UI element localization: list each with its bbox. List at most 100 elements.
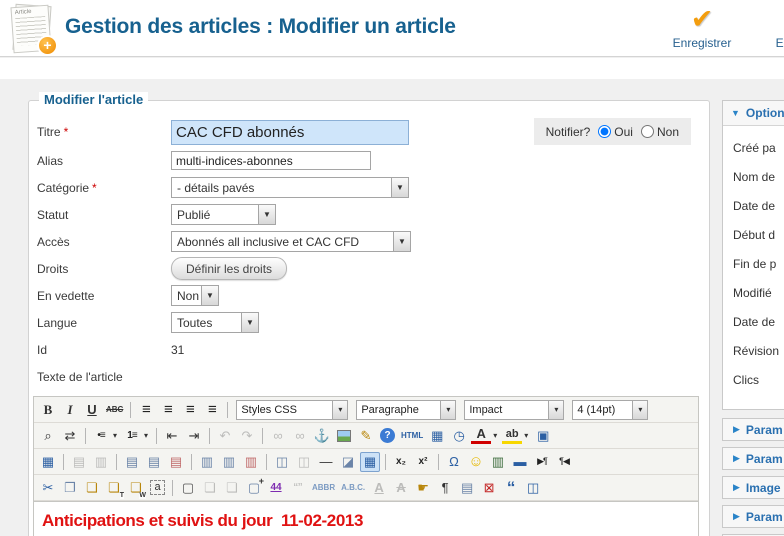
- bullet-list-icon[interactable]: •≡: [91, 426, 111, 446]
- remove-format-icon[interactable]: ◪: [338, 452, 358, 472]
- editor-content-area[interactable]: Anticipations et suivis du jour 11-02-20…: [34, 501, 698, 536]
- media-icon[interactable]: ▥: [488, 452, 508, 472]
- collapsed-panel-toggle[interactable]: ▶ Image: [722, 476, 784, 499]
- table-icon[interactable]: ▦: [38, 452, 58, 472]
- numbered-list-icon[interactable]: 1≡: [122, 426, 142, 446]
- redo-icon[interactable]: ↷: [237, 426, 257, 446]
- underline-icon[interactable]: U: [82, 400, 102, 420]
- save-button[interactable]: ✔ Enregistrer: [660, 4, 744, 50]
- table-row-props-icon[interactable]: ▤: [69, 452, 89, 472]
- blockquote-icon[interactable]: “: [501, 478, 521, 498]
- bold-icon[interactable]: B: [38, 400, 58, 420]
- align-right-icon[interactable]: ≡: [180, 400, 200, 420]
- fullscreen-icon[interactable]: ▣: [533, 426, 553, 446]
- define-rights-button[interactable]: Définir les droits: [171, 257, 287, 280]
- cite-icon[interactable]: “”: [288, 478, 308, 498]
- fontsize-select[interactable]: 4 (14pt)▾: [572, 400, 648, 420]
- delete-col-icon[interactable]: ▥: [241, 452, 261, 472]
- preview-icon[interactable]: ▤: [457, 478, 477, 498]
- indent-icon[interactable]: ⇥: [184, 426, 204, 446]
- abbr-icon[interactable]: ABBR: [310, 478, 337, 498]
- acces-select[interactable]: Abonnés all inclusive et CAC CFD ▼: [171, 231, 411, 252]
- anchor-icon[interactable]: ⚓: [312, 426, 332, 446]
- titre-input[interactable]: [171, 120, 409, 145]
- template-icon[interactable]: ◫: [523, 478, 543, 498]
- find-icon[interactable]: ⌕: [38, 426, 58, 446]
- hr-icon[interactable]: —: [316, 452, 336, 472]
- en-vedette-select[interactable]: Non ▼: [171, 285, 219, 306]
- charmap-icon[interactable]: Ω: [444, 452, 464, 472]
- styles-select[interactable]: Styles CSS▾: [236, 400, 348, 420]
- rtl-icon[interactable]: ¶◀: [554, 452, 574, 472]
- nonbreaking-icon[interactable]: ⊠: [479, 478, 499, 498]
- insert-layer-icon[interactable]: ▢: [178, 478, 198, 498]
- visual-chars-icon[interactable]: ¶: [435, 478, 455, 498]
- superscript-icon[interactable]: x²: [413, 452, 433, 472]
- row-before-icon[interactable]: ▤: [122, 452, 142, 472]
- select-all-icon[interactable]: a: [150, 480, 165, 495]
- col-after-icon[interactable]: ▥: [219, 452, 239, 472]
- copy-icon[interactable]: ❐: [60, 478, 80, 498]
- style-props-icon[interactable]: 44: [266, 478, 286, 498]
- notifier-radio-oui[interactable]: Oui: [598, 125, 633, 139]
- merge-cells-icon[interactable]: ◫: [294, 452, 314, 472]
- paragraph-select[interactable]: Paragraphe▾: [356, 400, 456, 420]
- delete-row-icon[interactable]: ▤: [166, 452, 186, 472]
- absolute-position-icon[interactable]: ▢: [244, 478, 264, 498]
- insert-time-icon[interactable]: ◷: [449, 426, 469, 446]
- cut-icon[interactable]: ✂: [38, 478, 58, 498]
- options-panel-header[interactable]: ▼ Options: [723, 101, 784, 126]
- categorie-select[interactable]: - détails pavés ▼: [171, 177, 409, 198]
- highlight-color-caret[interactable]: ▾: [521, 426, 531, 446]
- ins-icon[interactable]: A: [369, 478, 389, 498]
- visualaid-icon[interactable]: ▦: [360, 452, 380, 472]
- find-replace-icon[interactable]: ⇄: [60, 426, 80, 446]
- col-before-icon[interactable]: ▥: [197, 452, 217, 472]
- font-select[interactable]: Impact▾: [464, 400, 564, 420]
- numbered-list-caret[interactable]: ▾: [141, 426, 151, 446]
- notifier-radio-non[interactable]: Non: [641, 125, 679, 139]
- notifier-radio-oui-input[interactable]: [598, 125, 611, 138]
- ltr-icon[interactable]: ▶¶: [532, 452, 552, 472]
- paste-word-icon[interactable]: ❏: [126, 478, 146, 498]
- alias-input[interactable]: [171, 151, 371, 170]
- strikethrough-icon[interactable]: ABC: [104, 400, 125, 420]
- attributes-icon[interactable]: ☛: [413, 478, 433, 498]
- unlink-icon[interactable]: ∞: [290, 426, 310, 446]
- align-center-icon[interactable]: ≡: [158, 400, 178, 420]
- paste-icon[interactable]: ❏: [82, 478, 102, 498]
- send-backward-icon[interactable]: ❏: [222, 478, 242, 498]
- paste-text-icon[interactable]: ❏: [104, 478, 124, 498]
- outdent-icon[interactable]: ⇤: [162, 426, 182, 446]
- row-after-icon[interactable]: ▤: [144, 452, 164, 472]
- collapsed-panel-toggle[interactable]: ▶ Param: [722, 505, 784, 528]
- image-icon[interactable]: [337, 430, 351, 442]
- collapsed-panel-toggle[interactable]: ▶ Param: [722, 447, 784, 470]
- bring-forward-icon[interactable]: ❏: [200, 478, 220, 498]
- save-close-button[interactable]: Enregis: [754, 4, 784, 50]
- html-source-icon[interactable]: HTML: [399, 426, 425, 446]
- split-cells-icon[interactable]: ◫: [272, 452, 292, 472]
- emotions-icon[interactable]: ☺: [466, 452, 486, 472]
- highlight-color-icon[interactable]: ab: [502, 427, 522, 444]
- acronym-icon[interactable]: A.B.C.: [339, 478, 367, 498]
- undo-icon[interactable]: ↶: [215, 426, 235, 446]
- del-icon[interactable]: A: [391, 478, 411, 498]
- text-color-icon[interactable]: A: [471, 427, 491, 444]
- help-icon[interactable]: ?: [380, 428, 395, 443]
- align-left-icon[interactable]: ≡: [136, 400, 156, 420]
- link-icon[interactable]: ∞: [268, 426, 288, 446]
- table-cell-props-icon[interactable]: ▥: [91, 452, 111, 472]
- align-justify-icon[interactable]: ≡: [202, 400, 222, 420]
- text-color-caret[interactable]: ▾: [490, 426, 500, 446]
- cleanup-icon[interactable]: ✎: [356, 426, 376, 446]
- statut-select[interactable]: Publié ▼: [171, 204, 276, 225]
- notifier-radio-non-input[interactable]: [641, 125, 654, 138]
- italic-icon[interactable]: I: [60, 400, 80, 420]
- insert-date-icon[interactable]: ▦: [427, 426, 447, 446]
- langue-select[interactable]: Toutes ▼: [171, 312, 259, 333]
- subscript-icon[interactable]: x₂: [391, 452, 411, 472]
- bullet-list-caret[interactable]: ▾: [110, 426, 120, 446]
- advhr-icon[interactable]: ▬: [510, 452, 530, 472]
- collapsed-panel-toggle[interactable]: ▶ Param: [722, 418, 784, 441]
